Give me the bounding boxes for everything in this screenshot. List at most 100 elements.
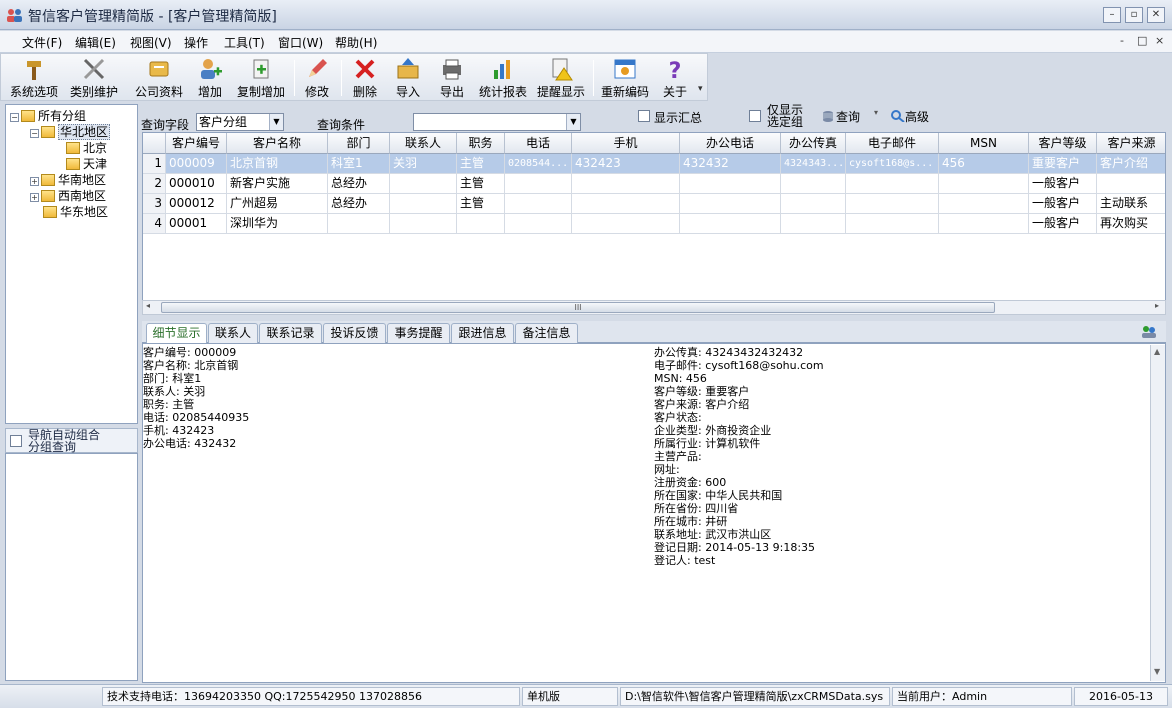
close-button[interactable]: ✕ bbox=[1147, 7, 1165, 23]
menu-window[interactable]: 窗口(W) bbox=[278, 34, 323, 51]
table-cell[interactable]: 一般客户 bbox=[1029, 194, 1097, 214]
menu-file[interactable]: 文件(F) bbox=[22, 34, 62, 51]
scroll-right-icon[interactable]: ▸ bbox=[1155, 301, 1159, 310]
table-cell[interactable] bbox=[846, 214, 939, 234]
advanced-query-button[interactable]: 高级 bbox=[891, 108, 929, 125]
table-cell[interactable]: 广州超易 bbox=[227, 194, 328, 214]
table-cell[interactable] bbox=[781, 174, 846, 194]
tab-reminders[interactable]: 事务提醒 bbox=[387, 323, 450, 343]
table-cell[interactable]: 科室1 bbox=[328, 154, 390, 174]
minimize-button[interactable]: – bbox=[1103, 7, 1121, 23]
recode-button[interactable]: 重新编码 bbox=[598, 56, 652, 100]
tree-node-tianjin[interactable]: 天津 bbox=[66, 156, 107, 172]
tab-contact-records[interactable]: 联系记录 bbox=[259, 323, 322, 343]
nav-auto-group-checkbox[interactable] bbox=[10, 435, 22, 447]
tree-node-xinan[interactable]: + 西南地区 bbox=[30, 188, 106, 204]
table-cell[interactable] bbox=[680, 214, 781, 234]
query-dropdown-icon[interactable]: ▾ bbox=[874, 108, 878, 117]
table-cell[interactable] bbox=[390, 194, 457, 214]
mdi-minimize-button[interactable]: - bbox=[1120, 34, 1124, 47]
table-cell[interactable] bbox=[846, 174, 939, 194]
table-cell[interactable] bbox=[390, 174, 457, 194]
table-cell[interactable] bbox=[572, 194, 680, 214]
table-cell[interactable]: 关羽 bbox=[390, 154, 457, 174]
table-cell[interactable]: 客户介绍 bbox=[1097, 154, 1165, 174]
grid-header-11[interactable]: MSN bbox=[939, 133, 1029, 154]
grid-header-8[interactable]: 办公电话 bbox=[680, 133, 781, 154]
table-cell[interactable] bbox=[505, 174, 572, 194]
tree-node-huanan[interactable]: + 华南地区 bbox=[30, 172, 106, 188]
stats-report-button[interactable]: 统计报表 bbox=[476, 56, 530, 100]
export-button[interactable]: 导出 bbox=[435, 56, 469, 100]
table-cell[interactable] bbox=[781, 214, 846, 234]
tab-notes[interactable]: 备注信息 bbox=[515, 323, 578, 343]
table-cell[interactable]: 主管 bbox=[457, 174, 505, 194]
table-cell[interactable]: 456 bbox=[939, 154, 1029, 174]
table-row[interactable]: 4 00001 深圳华为 一般客户 再次购买 bbox=[143, 214, 1165, 234]
detail-vertical-scrollbar[interactable]: ▲ ▼ bbox=[1150, 345, 1165, 681]
table-cell[interactable]: 一般客户 bbox=[1029, 214, 1097, 234]
query-field-select[interactable]: 客户分组 ▼ bbox=[196, 113, 284, 131]
tree-node-beijing[interactable]: 北京 bbox=[66, 140, 107, 156]
table-cell[interactable]: 2 bbox=[143, 174, 166, 194]
table-cell[interactable] bbox=[457, 214, 505, 234]
table-cell[interactable] bbox=[572, 214, 680, 234]
table-cell[interactable]: 000009 bbox=[166, 154, 227, 174]
table-cell[interactable]: 00001 bbox=[166, 214, 227, 234]
expand-icon[interactable]: + bbox=[30, 177, 39, 186]
menu-edit[interactable]: 编辑(E) bbox=[75, 34, 116, 51]
scroll-down-icon[interactable]: ▼ bbox=[1154, 667, 1160, 676]
mdi-restore-button[interactable]: □ bbox=[1137, 34, 1147, 47]
table-cell[interactable]: 主动联系 bbox=[1097, 194, 1165, 214]
menu-tools[interactable]: 工具(T) bbox=[224, 34, 265, 51]
table-cell[interactable]: 总经办 bbox=[328, 174, 390, 194]
system-options-button[interactable]: 系统选项 bbox=[5, 56, 63, 100]
table-cell[interactable] bbox=[781, 194, 846, 214]
table-cell[interactable]: 再次购买 bbox=[1097, 214, 1165, 234]
menu-operate[interactable]: 操作 bbox=[184, 34, 208, 51]
restore-button[interactable]: ▫ bbox=[1125, 7, 1143, 23]
table-cell[interactable] bbox=[939, 194, 1029, 214]
expand-icon[interactable]: + bbox=[30, 193, 39, 202]
menu-view[interactable]: 视图(V) bbox=[130, 34, 172, 51]
table-cell[interactable]: 1 bbox=[143, 154, 166, 174]
grid-header-6[interactable]: 电话 bbox=[505, 133, 572, 154]
table-cell[interactable] bbox=[1097, 174, 1165, 194]
collapse-icon[interactable]: − bbox=[30, 129, 39, 138]
table-cell[interactable]: 新客户实施 bbox=[227, 174, 328, 194]
table-cell[interactable]: 0208544... bbox=[505, 154, 572, 174]
only-selected-checkbox[interactable] bbox=[749, 110, 761, 122]
table-row[interactable]: 1 000009 北京首钢 科室1 关羽 主管 0208544... 432423 432432… bbox=[143, 154, 1165, 174]
table-cell[interactable]: cysoft168@s... bbox=[846, 154, 939, 174]
table-cell[interactable] bbox=[680, 194, 781, 214]
table-cell[interactable] bbox=[328, 214, 390, 234]
grid-header-9[interactable]: 办公传真 bbox=[781, 133, 846, 154]
grid-header-1[interactable]: 客户编号 bbox=[166, 133, 227, 154]
grid-header-3[interactable]: 部门 bbox=[328, 133, 390, 154]
collapse-icon[interactable]: − bbox=[10, 113, 19, 122]
reminder-show-button[interactable]: 提醒显示 bbox=[534, 56, 588, 100]
table-cell[interactable]: 432432 bbox=[680, 154, 781, 174]
company-info-button[interactable]: 公司资料 bbox=[131, 56, 187, 100]
import-button[interactable]: 导入 bbox=[391, 56, 425, 100]
grid-header-7[interactable]: 手机 bbox=[572, 133, 680, 154]
table-cell[interactable]: 总经办 bbox=[328, 194, 390, 214]
tab-contacts[interactable]: 联系人 bbox=[208, 323, 258, 343]
toolbar-overflow-icon[interactable]: ▾ bbox=[698, 84, 703, 94]
table-cell[interactable]: 主管 bbox=[457, 194, 505, 214]
table-cell[interactable] bbox=[939, 174, 1029, 194]
table-cell[interactable]: 4324343... bbox=[781, 154, 846, 174]
table-cell[interactable] bbox=[505, 194, 572, 214]
grid-header-13[interactable]: 客户来源 bbox=[1097, 133, 1165, 154]
tree-node-root[interactable]: − 所有分组 bbox=[10, 108, 86, 124]
tree-node-huadong[interactable]: 华东地区 bbox=[43, 204, 108, 220]
menu-help[interactable]: 帮助(H) bbox=[335, 34, 377, 51]
table-cell[interactable] bbox=[939, 214, 1029, 234]
category-maintain-button[interactable]: 类别维护 bbox=[63, 56, 125, 100]
table-cell[interactable] bbox=[846, 194, 939, 214]
table-cell[interactable] bbox=[680, 174, 781, 194]
table-cell[interactable] bbox=[505, 214, 572, 234]
table-row[interactable]: 3 000012 广州超易 总经办 主管 一般客户 主动联系 bbox=[143, 194, 1165, 214]
table-cell[interactable]: 000010 bbox=[166, 174, 227, 194]
about-button[interactable]: ? 关于 bbox=[658, 56, 692, 100]
